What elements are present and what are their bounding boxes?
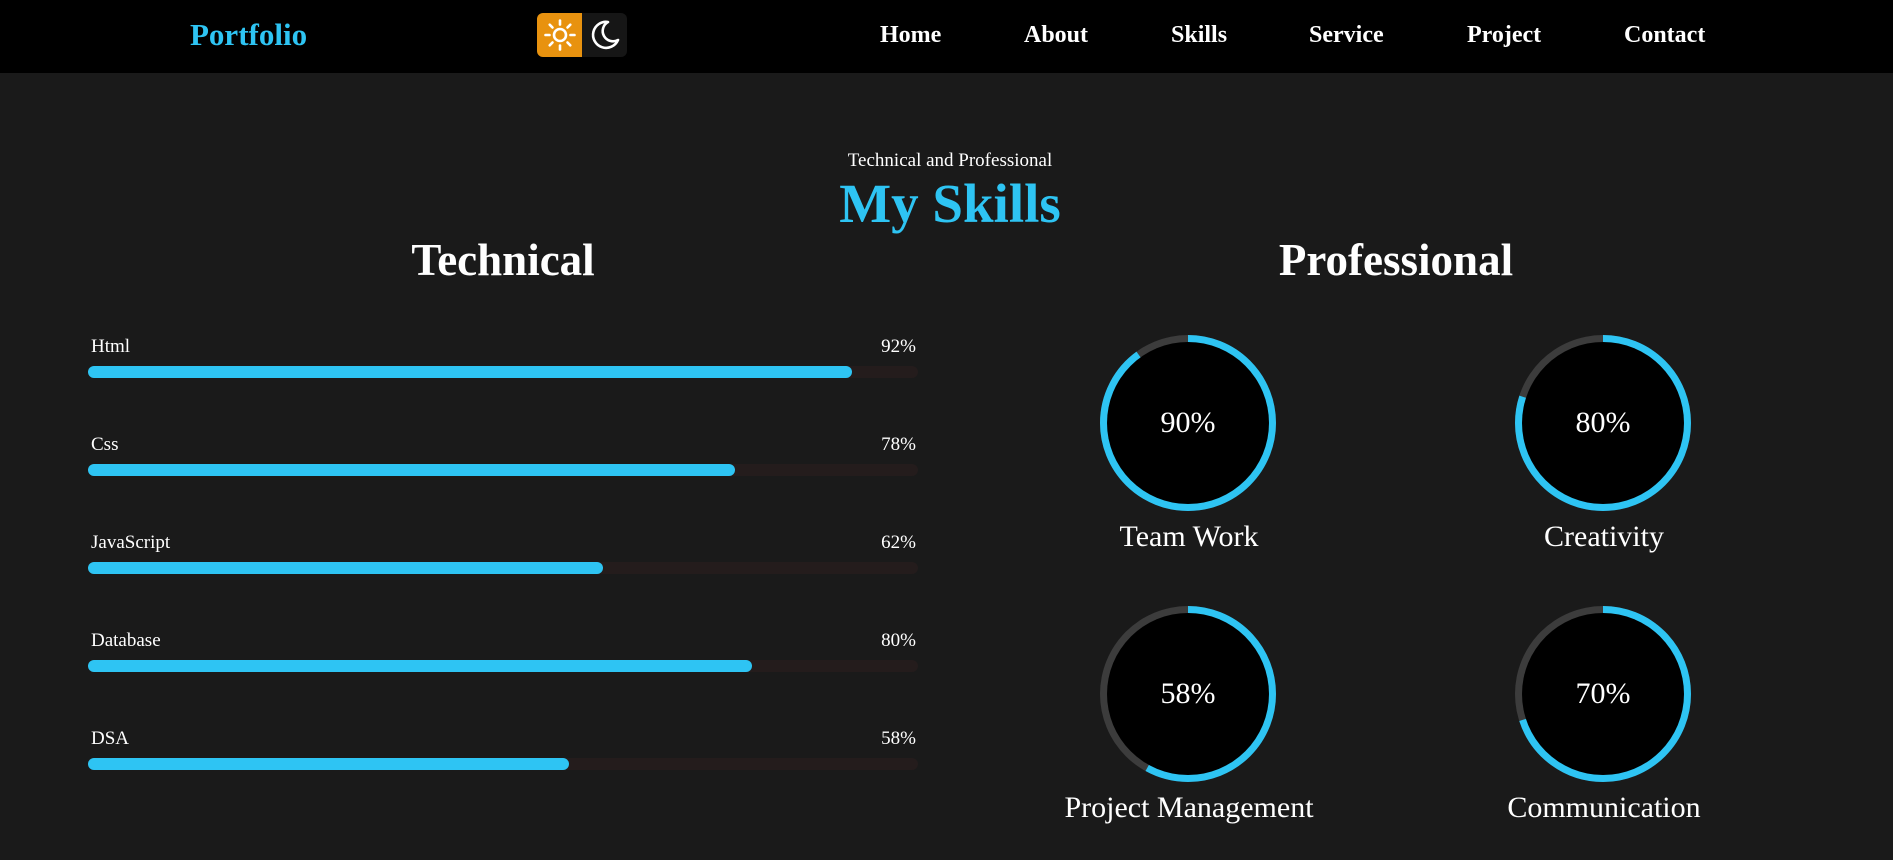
skill-bar-label: Css bbox=[91, 434, 119, 455]
navbar: Portfolio Home About Skills Service Proj… bbox=[0, 0, 1893, 73]
section-subtitle: Technical and Professional bbox=[847, 150, 1053, 171]
skill-circle-label: Team Work bbox=[1119, 520, 1259, 553]
skill-bar-percent: 58% bbox=[881, 728, 916, 749]
sun-icon bbox=[543, 19, 576, 51]
nav-link-home[interactable]: Home bbox=[880, 22, 941, 49]
progress-track bbox=[88, 660, 918, 672]
skill-circle-percent: 90% bbox=[1160, 406, 1216, 439]
nav-link-skills[interactable]: Skills bbox=[1171, 22, 1227, 49]
professional-heading: Professional bbox=[1278, 235, 1514, 285]
skill-bar-percent: 62% bbox=[881, 532, 916, 553]
progress-track bbox=[88, 758, 918, 770]
progress-track bbox=[88, 366, 918, 378]
progress-fill bbox=[88, 366, 852, 378]
skill-bar-label: DSA bbox=[91, 728, 130, 749]
skill-bar-label: JavaScript bbox=[91, 532, 171, 553]
progress-fill bbox=[88, 464, 736, 476]
skill-bar-percent: 78% bbox=[881, 434, 916, 455]
progress-track bbox=[88, 562, 918, 574]
logo[interactable]: Portfolio bbox=[190, 17, 307, 53]
section-title: My Skills bbox=[839, 173, 1061, 234]
progress-track bbox=[88, 464, 918, 476]
skill-bar-percent: 80% bbox=[881, 630, 916, 651]
skill-circle-percent: 58% bbox=[1160, 677, 1216, 710]
nav-link-service[interactable]: Service bbox=[1309, 22, 1384, 49]
nav-link-about[interactable]: About bbox=[1024, 22, 1088, 49]
skill-bar-label: Html bbox=[91, 336, 131, 357]
skill-bar-percent: 92% bbox=[881, 336, 916, 357]
skill-bar-label: Database bbox=[91, 630, 161, 651]
progress-fill bbox=[88, 562, 603, 574]
light-theme-button[interactable] bbox=[537, 13, 582, 57]
skill-circle-label: Creativity bbox=[1544, 520, 1664, 553]
dark-theme-button[interactable] bbox=[582, 13, 627, 57]
nav-link-contact[interactable]: Contact bbox=[1624, 22, 1705, 49]
theme-toggle[interactable] bbox=[537, 13, 627, 57]
progress-fill bbox=[88, 758, 570, 770]
skill-circle-label: Communication bbox=[1507, 791, 1701, 824]
technical-heading: Technical bbox=[411, 235, 595, 285]
progress-fill bbox=[88, 660, 752, 672]
skill-circle-percent: 70% bbox=[1575, 677, 1631, 710]
moon-icon bbox=[591, 20, 619, 50]
skill-circle-label: Project Management bbox=[1064, 791, 1314, 824]
skill-circle-percent: 80% bbox=[1575, 406, 1631, 439]
nav-link-project[interactable]: Project bbox=[1467, 22, 1541, 49]
